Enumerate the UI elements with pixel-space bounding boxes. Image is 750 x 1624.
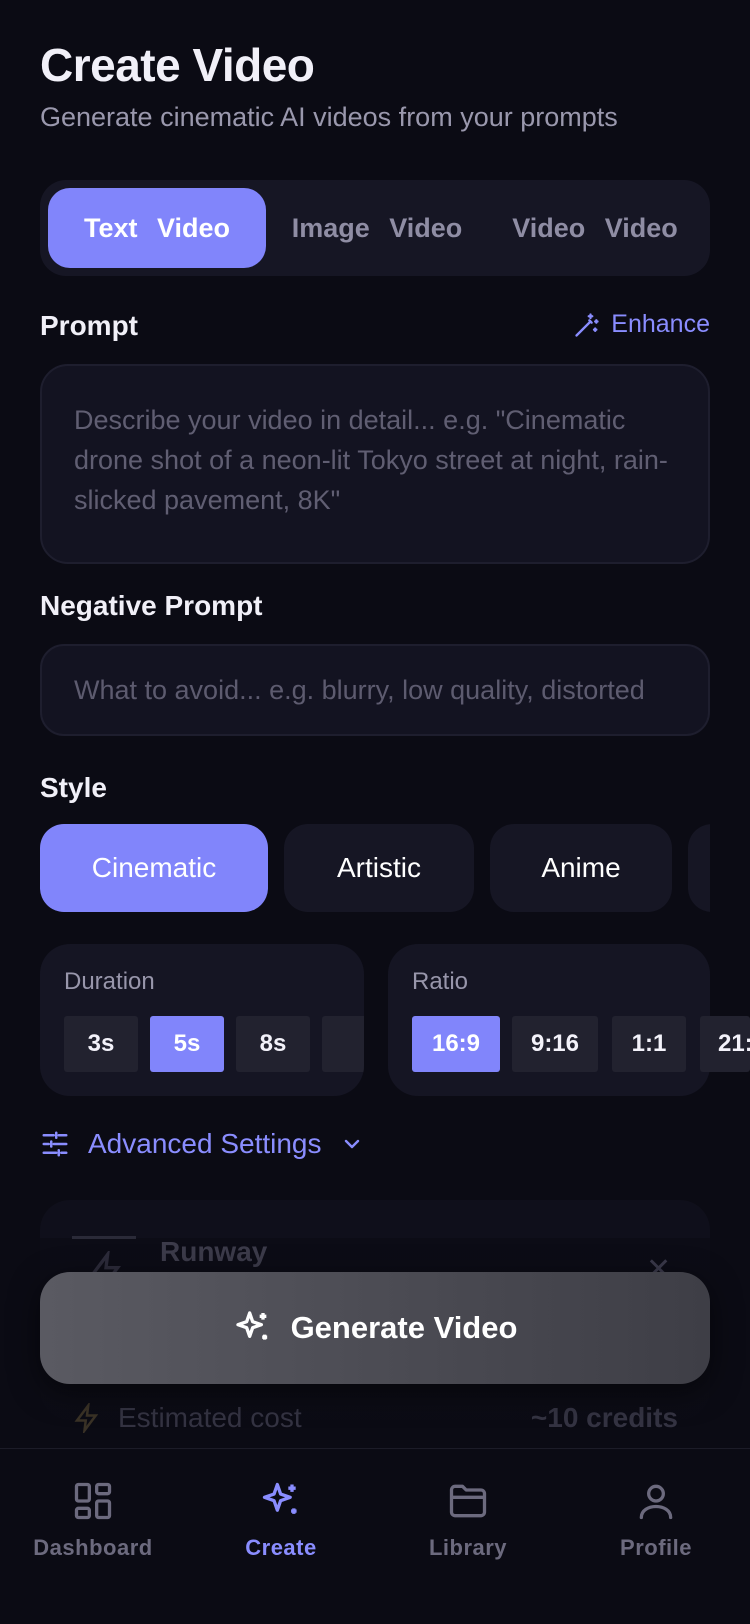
create-video-screen: Create Video Generate cinematic AI video…: [0, 0, 750, 1624]
mode-segmented-control: Text Video Image Video Video Video: [40, 180, 710, 276]
tab-text-to-video[interactable]: Text Video: [48, 188, 266, 268]
folder-icon: [446, 1479, 490, 1523]
ratio-option-21-9[interactable]: 21:9: [700, 1016, 750, 1072]
nav-item-library[interactable]: Library: [378, 1479, 558, 1561]
estimated-cost: Estimated cost: [72, 1402, 302, 1434]
duration-label: Duration: [64, 968, 155, 995]
bolt-icon: [72, 1403, 102, 1433]
ratio-label: Ratio: [412, 968, 469, 995]
generate-video-label: Generate Video: [290, 1310, 518, 1345]
ratio-card: Ratio 16:9 9:16 1:1 21:9: [388, 944, 750, 1096]
ratio-option-9-16[interactable]: 9:16: [512, 1016, 598, 1072]
enhance-button[interactable]: Enhance: [573, 310, 710, 339]
sparkle-icon: [259, 1479, 303, 1523]
generate-video-button[interactable]: Generate Video: [40, 1272, 710, 1384]
tab-video-to-video[interactable]: Video Video: [486, 188, 704, 268]
page-subtitle: Generate cinematic AI videos from your p…: [40, 102, 618, 132]
ratio-option-1-1[interactable]: 1:1: [612, 1016, 686, 1072]
grid-icon: [71, 1479, 115, 1523]
magic-wand-icon: [573, 311, 601, 339]
bottom-navigation: Dashboard Create Library Profile: [0, 1448, 750, 1624]
estimated-cost-label: Estimated cost: [118, 1402, 302, 1433]
style-chip-cinematic[interactable]: Cinematic: [40, 824, 268, 912]
sparkle-icon: [233, 1308, 273, 1348]
advanced-settings-label: Advanced Settings: [88, 1128, 322, 1159]
duration-card: Duration 3s 5s 8s: [40, 944, 364, 1096]
user-icon: [634, 1479, 678, 1523]
prompt-textarea[interactable]: Describe your video in detail... e.g. "C…: [40, 364, 710, 564]
model-name: Runway: [160, 1236, 268, 1267]
nav-label-dashboard: Dashboard: [33, 1535, 153, 1560]
duration-option-3s[interactable]: 3s: [64, 1016, 138, 1072]
duration-option-8s[interactable]: 8s: [236, 1016, 310, 1072]
duration-option-more[interactable]: [322, 1016, 364, 1072]
nav-item-dashboard[interactable]: Dashboard: [3, 1479, 183, 1561]
style-label: Style: [40, 772, 107, 803]
advanced-settings-toggle[interactable]: Advanced Settings: [40, 1128, 364, 1160]
nav-label-create: Create: [245, 1535, 317, 1560]
prompt-label: Prompt: [40, 310, 138, 341]
tab-image-to-video[interactable]: Image Video: [268, 188, 486, 268]
nav-item-profile[interactable]: Profile: [566, 1479, 746, 1561]
nav-item-create[interactable]: Create: [191, 1479, 371, 1561]
ratio-option-16-9[interactable]: 16:9: [412, 1016, 500, 1072]
style-chip-anime[interactable]: Anime: [490, 824, 672, 912]
chevron-down-icon: [340, 1132, 364, 1156]
style-chip-more[interactable]: [688, 824, 710, 912]
page-title: Create Video: [40, 39, 315, 91]
nav-label-library: Library: [428, 1535, 508, 1560]
sliders-icon: [40, 1129, 70, 1159]
estimated-cost-value: ~10 credits: [530, 1402, 678, 1433]
enhance-label: Enhance: [611, 310, 710, 338]
duration-option-5s[interactable]: 5s: [150, 1016, 224, 1072]
nav-label-profile: Profile: [620, 1535, 692, 1560]
style-chip-artistic[interactable]: Artistic: [284, 824, 474, 912]
negative-prompt-label: Negative Prompt: [40, 590, 263, 621]
negative-prompt-input[interactable]: What to avoid... e.g. blurry, low qualit…: [40, 644, 710, 736]
style-chip-row: Cinematic Artistic Anime: [40, 824, 710, 912]
